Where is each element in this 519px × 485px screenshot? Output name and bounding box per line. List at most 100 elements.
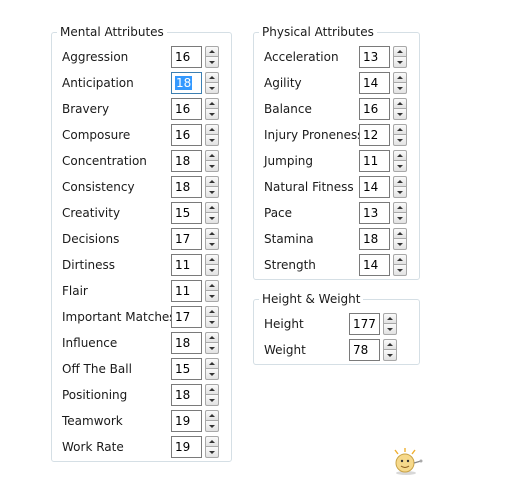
down-arrow-icon <box>397 164 403 168</box>
spinner-up-button[interactable] <box>205 436 219 447</box>
spinner-up-button[interactable] <box>205 306 219 317</box>
attribute-value-strength[interactable]: 14 <box>359 254 390 276</box>
attribute-value-influence[interactable]: 18 <box>171 332 202 354</box>
spinner-up-button[interactable] <box>393 72 407 83</box>
spinner-off-the-ball <box>205 358 219 380</box>
attribute-value-flair[interactable]: 11 <box>171 280 202 302</box>
spinner-down-button[interactable] <box>205 213 219 224</box>
attribute-value-positioning[interactable]: 18 <box>171 384 202 406</box>
spinner-down-button[interactable] <box>393 109 407 120</box>
spinner-up-button[interactable] <box>205 176 219 187</box>
spinner-down-button[interactable] <box>205 343 219 354</box>
up-arrow-icon <box>397 76 403 79</box>
spinner-down-button[interactable] <box>205 447 219 458</box>
spinner-down-button[interactable] <box>205 265 219 276</box>
spinner-down-button[interactable] <box>205 57 219 68</box>
attribute-value-pace[interactable]: 13 <box>359 202 390 224</box>
spinner-concentration <box>205 150 219 172</box>
spinner-up-button[interactable] <box>393 228 407 239</box>
attribute-value-height[interactable]: 177 <box>349 313 380 335</box>
spinner-up-button[interactable] <box>205 280 219 291</box>
spinner-up-button[interactable] <box>383 339 397 350</box>
attribute-label-flair: Flair <box>62 284 88 298</box>
attribute-value-weight[interactable]: 78 <box>349 339 380 361</box>
down-arrow-icon <box>397 86 403 90</box>
spinner-down-button[interactable] <box>205 239 219 250</box>
spinner-down-button[interactable] <box>383 350 397 361</box>
spinner-down-button[interactable] <box>205 109 219 120</box>
spinner-up-button[interactable] <box>205 124 219 135</box>
spinner-down-button[interactable] <box>205 187 219 198</box>
attribute-value-stamina[interactable]: 18 <box>359 228 390 250</box>
spinner-down-button[interactable] <box>205 317 219 328</box>
attribute-value-injury-proneness[interactable]: 12 <box>359 124 390 146</box>
spinner-aggression <box>205 46 219 68</box>
attribute-value-off-the-ball[interactable]: 15 <box>171 358 202 380</box>
spinner-down-button[interactable] <box>393 135 407 146</box>
spinner-down-button[interactable] <box>393 187 407 198</box>
up-arrow-icon <box>209 310 215 313</box>
spinner-up-button[interactable] <box>205 46 219 57</box>
spinner-up-button[interactable] <box>383 313 397 324</box>
spinner-up-button[interactable] <box>205 384 219 395</box>
physical-attributes-title: Physical Attributes <box>259 25 377 39</box>
spinner-down-button[interactable] <box>205 421 219 432</box>
spinner-up-button[interactable] <box>205 202 219 213</box>
spinner-up-button[interactable] <box>205 72 219 83</box>
attribute-value-important-matches[interactable]: 17 <box>171 306 202 328</box>
spinner-up-button[interactable] <box>393 124 407 135</box>
mental-attributes-title: Mental Attributes <box>57 25 167 39</box>
spinner-down-button[interactable] <box>393 161 407 172</box>
spinner-up-button[interactable] <box>393 150 407 161</box>
attribute-value-jumping[interactable]: 11 <box>359 150 390 172</box>
attribute-value-aggression[interactable]: 16 <box>171 46 202 68</box>
attribute-row-decisions: Decisions 17 <box>62 228 222 250</box>
attribute-value-acceleration[interactable]: 13 <box>359 46 390 68</box>
spinner-up-button[interactable] <box>205 332 219 343</box>
spinner-up-button[interactable] <box>393 254 407 265</box>
attribute-value-agility[interactable]: 14 <box>359 72 390 94</box>
spinner-down-button[interactable] <box>205 369 219 380</box>
attribute-value-work-rate[interactable]: 19 <box>171 436 202 458</box>
attribute-value-dirtiness[interactable]: 11 <box>171 254 202 276</box>
up-arrow-icon <box>397 128 403 131</box>
attribute-value-creativity[interactable]: 15 <box>171 202 202 224</box>
spinner-down-button[interactable] <box>383 324 397 335</box>
attribute-value-natural-fitness[interactable]: 14 <box>359 176 390 198</box>
spinner-down-button[interactable] <box>205 83 219 94</box>
spinner-up-button[interactable] <box>205 358 219 369</box>
attribute-value-anticipation[interactable]: 18 <box>171 72 202 94</box>
attribute-row-agility: Agility 14 <box>264 72 410 94</box>
attribute-value-balance[interactable]: 16 <box>359 98 390 120</box>
spinner-down-button[interactable] <box>205 135 219 146</box>
spinner-down-button[interactable] <box>393 213 407 224</box>
spinner-up-button[interactable] <box>205 98 219 109</box>
spinner-teamwork <box>205 410 219 432</box>
spinner-down-button[interactable] <box>393 83 407 94</box>
up-arrow-icon <box>387 343 393 346</box>
spinner-up-button[interactable] <box>393 98 407 109</box>
spinner-flair <box>205 280 219 302</box>
spinner-up-button[interactable] <box>205 150 219 161</box>
attribute-value-composure[interactable]: 16 <box>171 124 202 146</box>
attribute-value-consistency[interactable]: 18 <box>171 176 202 198</box>
spinner-down-button[interactable] <box>205 291 219 302</box>
attribute-value-bravery[interactable]: 16 <box>171 98 202 120</box>
spinner-up-button[interactable] <box>393 46 407 57</box>
spinner-up-button[interactable] <box>205 254 219 265</box>
spinner-down-button[interactable] <box>393 265 407 276</box>
attribute-value-concentration[interactable]: 18 <box>171 150 202 172</box>
spinner-up-button[interactable] <box>393 202 407 213</box>
attribute-value-teamwork[interactable]: 19 <box>171 410 202 432</box>
spinner-acceleration <box>393 46 407 68</box>
spinner-down-button[interactable] <box>205 161 219 172</box>
spinner-down-button[interactable] <box>393 57 407 68</box>
spinner-up-button[interactable] <box>393 176 407 187</box>
spinner-up-button[interactable] <box>205 228 219 239</box>
spinner-composure <box>205 124 219 146</box>
spinner-down-button[interactable] <box>393 239 407 250</box>
attribute-value-decisions[interactable]: 17 <box>171 228 202 250</box>
spinner-up-button[interactable] <box>205 410 219 421</box>
attribute-row-creativity: Creativity 15 <box>62 202 222 224</box>
spinner-down-button[interactable] <box>205 395 219 406</box>
